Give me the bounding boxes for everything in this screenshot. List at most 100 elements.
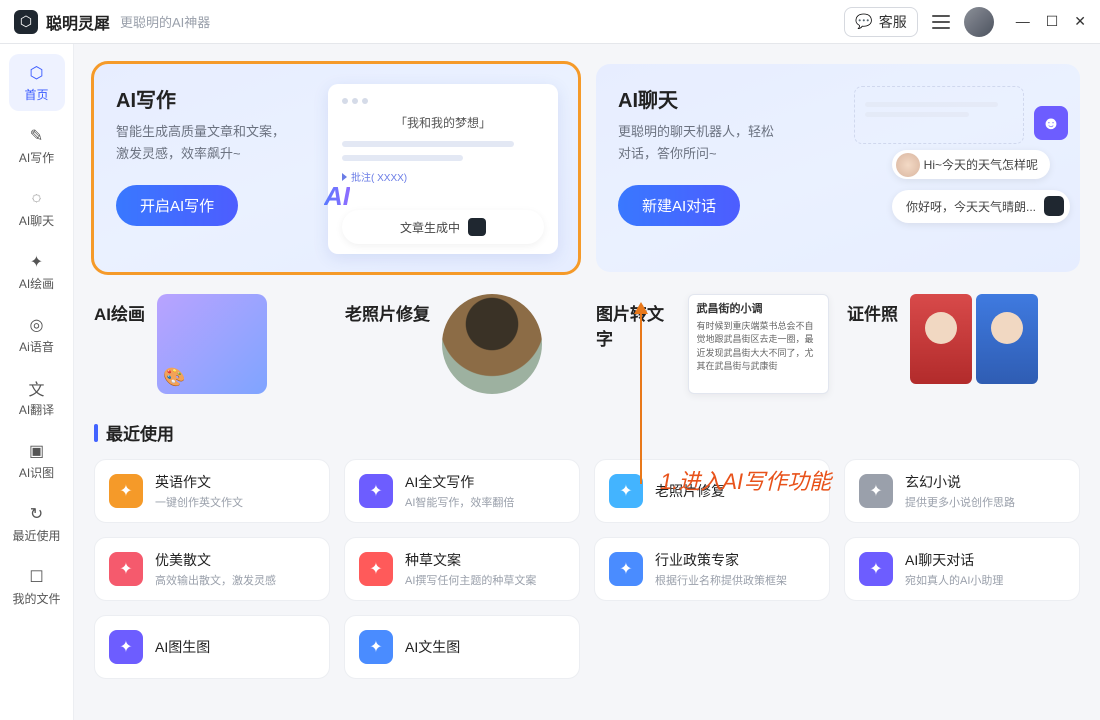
sidebar-label: Ai语音 (19, 338, 54, 355)
sidebar-item-8[interactable]: ☐ 我的文件 (9, 558, 65, 615)
tool-title: AI文生图 (405, 637, 460, 657)
tool-desc: AI智能写作，效率翻倍 (405, 494, 514, 510)
tool-desc: 根据行业名称提供政策框架 (655, 572, 787, 588)
paint-preview (157, 294, 267, 394)
chat-ghost-panel (854, 86, 1024, 144)
tool-icon: ✦ (359, 630, 393, 664)
feature-title: AI绘画 (94, 300, 145, 325)
tool-icon: ✦ (359, 474, 393, 508)
tool-desc: 宛如真人的AI小助理 (905, 572, 1003, 588)
sidebar-item-3[interactable]: ✦AI绘画 (9, 243, 65, 300)
tool-title: 种草文案 (405, 550, 536, 570)
tool-card[interactable]: ✦ 行业政策专家根据行业名称提供政策框架 (594, 537, 830, 601)
photo-preview (442, 294, 542, 394)
sidebar-item-2[interactable]: ◌ AI聊天 (9, 180, 65, 237)
preview-annotation-tag: 批注( XXXX) (342, 169, 544, 184)
feature-card-id[interactable]: 证件照 (847, 294, 1080, 394)
sidebar-label: AI绘画 (19, 275, 54, 292)
tool-card[interactable]: ✦ 英语作文一键创作英文作文 (94, 459, 330, 523)
sidebar-label: AI识图 (19, 464, 54, 481)
sidebar-label: AI写作 (19, 149, 54, 166)
sidebar-item-7[interactable]: ↻ 最近使用 (9, 495, 65, 552)
app-slogan: 更聪明的AI神器 (120, 12, 210, 31)
sidebar-item-4[interactable]: ◎ Ai语音 (9, 306, 65, 363)
new-ai-chat-button[interactable]: 新建AI对话 (618, 185, 740, 226)
sidebar-icon: 文 (26, 377, 48, 399)
hero-ai-chat[interactable]: AI聊天 更聪明的聊天机器人，轻松对话，答你所问~ 新建AI对话 ☻ Hi~今天… (596, 64, 1080, 272)
sidebar-icon: ↻ (26, 503, 48, 525)
sidebar-icon: ☐ (26, 566, 48, 588)
tool-desc: 一键创作英文作文 (155, 494, 243, 510)
tool-icon: ✦ (609, 474, 643, 508)
tool-icon: ✦ (859, 552, 893, 586)
user-avatar[interactable] (964, 7, 994, 37)
app-name: 聪明灵犀 (46, 10, 110, 34)
tool-card[interactable]: ✦ 种草文案AI撰写任何主题的种草文案 (344, 537, 580, 601)
close-button[interactable]: ✕ (1074, 13, 1086, 30)
tool-card[interactable]: ✦ AI文生图 (344, 615, 580, 679)
chat-bubble-ai: 你好呀，今天天气晴朗... (892, 190, 1070, 223)
sidebar-label: 我的文件 (12, 590, 60, 607)
tool-card[interactable]: ✦ AI聊天对话宛如真人的AI小助理 (844, 537, 1080, 601)
support-button[interactable]: 💬 客服 (844, 7, 917, 37)
recent-title: 最近使用 (106, 420, 174, 445)
tool-icon: ✦ (859, 474, 893, 508)
maximize-button[interactable]: ☐ (1046, 13, 1059, 30)
recent-section-header: 最近使用 (94, 420, 1080, 445)
sidebar-icon: ◎ (26, 314, 48, 336)
user-face-icon (896, 153, 920, 177)
tool-title: 优美散文 (155, 550, 276, 570)
tool-icon: ✦ (109, 474, 143, 508)
feature-card-ocr[interactable]: 图片转文字武昌街的小调有时候到重庆端菜书总会不自觉地跟武昌街区去走一圈，最近发现… (596, 294, 829, 394)
minimize-button[interactable]: — (1016, 13, 1030, 30)
tool-title: 英语作文 (155, 472, 243, 492)
ocr-preview: 武昌街的小调有时候到重庆端菜书总会不自觉地跟武昌街区去走一圈，最近发现武昌街大大… (688, 294, 829, 394)
tool-icon: ✦ (109, 630, 143, 664)
logo-icon: ⬡ (14, 10, 38, 34)
sidebar-label: 最近使用 (12, 527, 60, 544)
tool-title: 玄幻小说 (905, 472, 1015, 492)
hero-chat-desc: 更聪明的聊天机器人，轻松对话，答你所问~ (618, 121, 798, 165)
feature-title: 证件照 (847, 300, 898, 325)
sidebar-icon: ◌ (26, 188, 48, 210)
start-ai-writing-button[interactable]: 开启AI写作 (116, 185, 238, 226)
main-content: AI写作 智能生成高质量文章和文案，激发灵感，效率飙升~ 开启AI写作 「我和我… (74, 44, 1100, 720)
feature-title: 老照片修复 (345, 300, 430, 325)
menu-button[interactable] (932, 15, 950, 29)
tool-title: AI图生图 (155, 637, 210, 657)
feature-card-paint[interactable]: AI绘画 (94, 294, 327, 394)
tool-card[interactable]: ✦ AI图生图 (94, 615, 330, 679)
sidebar-label: 首页 (24, 86, 48, 103)
feature-row: AI绘画 老照片修复 图片转文字武昌街的小调有时候到重庆端菜书总会不自觉地跟武昌街区… (94, 294, 1080, 394)
logo-icon (468, 218, 486, 236)
sidebar-label: AI翻译 (19, 401, 54, 418)
sidebar: ⬡ 首页 ✎AI写作 ◌ AI聊天 ✦AI绘画 ◎ Ai语音文 AI翻译 ▣AI识图 ↻ 最近使用 ☐ 我… (0, 44, 74, 720)
sidebar-item-6[interactable]: ▣AI识图 (9, 432, 65, 489)
tool-desc: AI撰写任何主题的种草文案 (405, 572, 536, 588)
hero-ai-writing[interactable]: AI写作 智能生成高质量文章和文案，激发灵感，效率飙升~ 开启AI写作 「我和我… (94, 64, 578, 272)
tool-title: AI全文写作 (405, 472, 514, 492)
writing-preview-panel: 「我和我的梦想」 批注( XXXX) AI 文章生成中 (328, 84, 558, 254)
tool-card[interactable]: ✦ 玄幻小说提供更多小说创作思路 (844, 459, 1080, 523)
title-bar: ⬡ 聪明灵犀 更聪明的AI神器 💬 客服 — ☐ ✕ (0, 0, 1100, 44)
tool-desc: 高效输出散文，激发灵感 (155, 572, 276, 588)
preview-status: 文章生成中 (342, 210, 544, 244)
sidebar-item-5[interactable]: 文 AI翻译 (9, 369, 65, 426)
tool-card[interactable]: ✦ AI全文写作 AI智能写作，效率翻倍 (344, 459, 580, 523)
tool-card[interactable]: ✦ 优美散文高效输出散文，激发灵感 (94, 537, 330, 601)
sidebar-label: AI聊天 (19, 212, 54, 229)
tool-desc: 提供更多小说创作思路 (905, 494, 1015, 510)
tool-icon: ✦ (109, 552, 143, 586)
chat-bubble-icon: ☻ (1034, 106, 1068, 140)
tool-title: 行业政策专家 (655, 550, 787, 570)
sidebar-item-0[interactable]: ⬡ 首页 (9, 54, 65, 111)
sidebar-item-1[interactable]: ✎AI写作 (9, 117, 65, 174)
ai-badge: AI (324, 181, 350, 212)
chat-bubble-user: Hi~今天的天气怎样呢 (892, 150, 1050, 179)
sidebar-icon: ⬡ (26, 62, 48, 84)
feature-card-photo[interactable]: 老照片修复 (345, 294, 578, 394)
annotation-text: 1.进入AI写作功能 (660, 464, 831, 496)
app-logo: ⬡ 聪明灵犀 (14, 10, 110, 34)
chat-icon: 💬 (855, 13, 872, 30)
id-photo-preview (910, 294, 1038, 384)
